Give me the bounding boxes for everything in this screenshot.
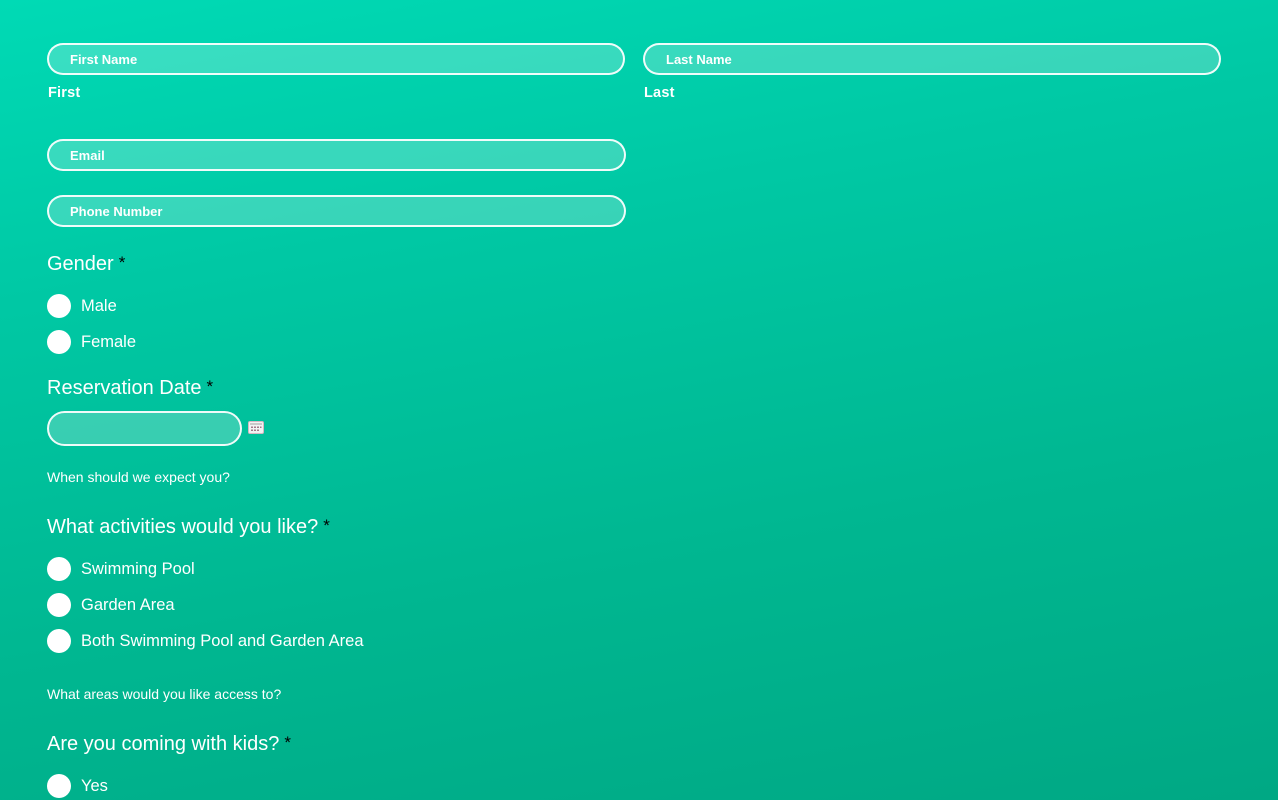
radio-button[interactable] [47, 593, 71, 617]
activity-option-garden-area[interactable]: Garden Area [47, 593, 175, 617]
kids-label: Are you coming with kids? * [47, 733, 291, 756]
radio-button[interactable] [47, 629, 71, 653]
gender-label-text: Gender [47, 253, 114, 275]
radio-button[interactable] [47, 774, 71, 798]
activity-option-both[interactable]: Both Swimming Pool and Garden Area [47, 629, 364, 653]
phone-input[interactable] [70, 197, 624, 225]
required-marker: * [323, 516, 330, 535]
first-name-sublabel: First [48, 85, 81, 101]
activity-option-label: Swimming Pool [81, 559, 195, 578]
calendar-icon[interactable] [248, 421, 264, 434]
last-name-input[interactable] [666, 45, 1219, 73]
reservation-date-label-text: Reservation Date [47, 377, 202, 399]
gender-option-female[interactable]: Female [47, 330, 136, 354]
phone-field[interactable] [47, 195, 626, 227]
activities-label-text: What activities would you like? [47, 516, 319, 538]
last-name-field[interactable] [643, 43, 1221, 75]
reservation-date-input[interactable] [70, 413, 240, 444]
gender-option-male[interactable]: Male [47, 294, 117, 318]
gender-option-label: Male [81, 296, 117, 315]
kids-option-label: Yes [81, 776, 108, 795]
kids-label-text: Are you coming with kids? [47, 733, 280, 755]
required-marker: * [284, 733, 291, 752]
email-input[interactable] [70, 141, 624, 169]
radio-button[interactable] [47, 557, 71, 581]
reservation-date-help: When should we expect you? [47, 469, 230, 485]
first-name-field[interactable] [47, 43, 625, 75]
activity-option-label: Garden Area [81, 595, 175, 614]
radio-button[interactable] [47, 294, 71, 318]
activities-help: What areas would you like access to? [47, 686, 282, 702]
gender-option-label: Female [81, 332, 137, 351]
reservation-date-label: Reservation Date * [47, 377, 213, 400]
kids-option-yes[interactable]: Yes [47, 774, 108, 798]
required-marker: * [206, 377, 214, 396]
activity-option-swimming-pool[interactable]: Swimming Pool [47, 557, 195, 581]
first-name-input[interactable] [70, 45, 623, 73]
reservation-date-field[interactable] [47, 411, 242, 446]
last-name-sublabel: Last [644, 85, 675, 101]
email-field[interactable] [47, 139, 626, 171]
required-marker: * [118, 253, 126, 272]
radio-button[interactable] [47, 330, 71, 354]
activity-option-label: Both Swimming Pool and Garden Area [81, 631, 364, 650]
activities-label: What activities would you like? * [47, 516, 330, 539]
gender-label: Gender * [47, 253, 125, 276]
